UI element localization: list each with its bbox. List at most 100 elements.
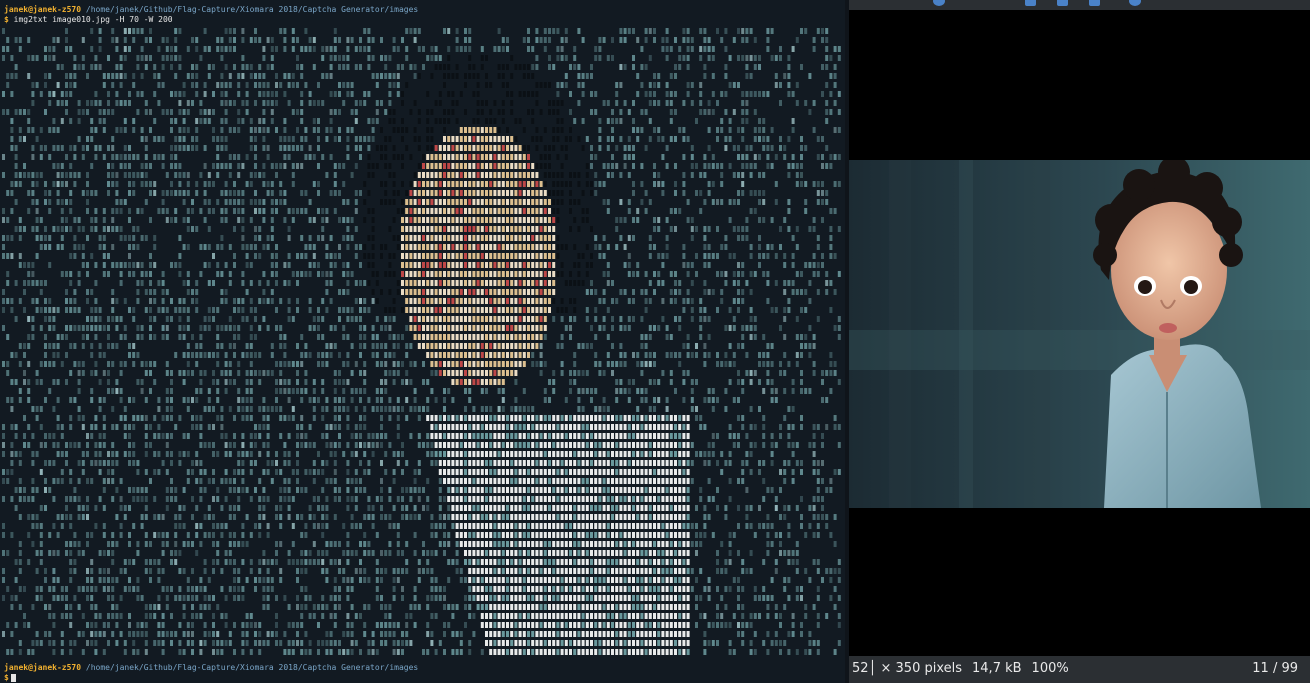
- ascii-glyph: [249, 127, 253, 133]
- ascii-glyph: [287, 136, 291, 142]
- ascii-glyph: [56, 199, 60, 205]
- ascii-glyph: [44, 55, 47, 61]
- ascii-glyph: [640, 424, 644, 430]
- ascii-glyph: [392, 370, 396, 376]
- ascii-glyph: [245, 100, 249, 106]
- ascii-glyph: [275, 307, 278, 313]
- ascii-glyph: [837, 109, 841, 115]
- ascii-glyph: [648, 235, 652, 241]
- ascii-glyph: [363, 406, 367, 412]
- ascii-glyph: [447, 91, 451, 97]
- ascii-glyph: [472, 343, 476, 349]
- ascii-glyph: [552, 316, 556, 322]
- ascii-glyph: [653, 163, 656, 169]
- ascii-glyph: [737, 199, 740, 205]
- ascii-glyph: [585, 172, 589, 178]
- ascii-glyph: [405, 298, 409, 304]
- ascii-glyph: [518, 424, 522, 430]
- ascii-glyph: [262, 316, 266, 322]
- ascii-glyph: [485, 415, 488, 421]
- ascii-glyph: [480, 226, 484, 232]
- ascii-glyph: [287, 226, 291, 232]
- ascii-glyph: [686, 352, 690, 358]
- ascii-glyph: [527, 343, 530, 349]
- ascii-glyph: [35, 298, 39, 304]
- ascii-glyph: [287, 415, 291, 421]
- ascii-glyph: [447, 271, 451, 277]
- ascii-glyph: [291, 388, 295, 394]
- ascii-glyph: [333, 388, 337, 394]
- ascii-glyph: [443, 325, 446, 331]
- ascii-glyph: [728, 118, 732, 124]
- ascii-glyph: [245, 64, 249, 70]
- ascii-glyph: [233, 433, 236, 439]
- ascii-glyph: [186, 343, 190, 349]
- ascii-glyph: [149, 163, 152, 169]
- prompt-path: /home/janek/Github/Flag-Capture/Xiomara …: [85, 5, 419, 14]
- ascii-glyph: [388, 262, 392, 268]
- ascii-glyph: [409, 190, 413, 196]
- ascii-glyph: [623, 100, 627, 106]
- ascii-glyph: [485, 235, 488, 241]
- ascii-glyph: [434, 307, 438, 313]
- ascii-glyph: [388, 253, 392, 259]
- ascii-glyph: [543, 217, 547, 223]
- ascii-glyph: [459, 163, 463, 169]
- ascii-glyph: [527, 406, 530, 412]
- ascii-glyph: [497, 127, 501, 133]
- ascii-glyph: [346, 289, 350, 295]
- ascii-glyph: [228, 343, 232, 349]
- ascii-glyph: [86, 145, 89, 151]
- ascii-glyph: [648, 460, 652, 466]
- ascii-glyph: [380, 406, 383, 412]
- ascii-glyph: [686, 289, 690, 295]
- ascii-glyph: [724, 28, 728, 34]
- ascii-glyph: [766, 343, 770, 349]
- ascii-glyph: [90, 217, 94, 223]
- ascii-glyph: [506, 433, 509, 439]
- ascii-glyph: [485, 181, 488, 187]
- ascii-glyph: [77, 109, 81, 115]
- ascii-glyph: [174, 217, 178, 223]
- ascii-glyph: [170, 55, 173, 61]
- ascii-glyph: [111, 217, 115, 223]
- ascii-glyph: [476, 424, 480, 430]
- ascii-glyph: [287, 361, 291, 367]
- ascii-glyph: [762, 136, 766, 142]
- ascii-glyph: [539, 109, 543, 115]
- ascii-glyph: [132, 244, 136, 250]
- ascii-glyph: [417, 208, 421, 214]
- ascii-glyph: [165, 442, 169, 448]
- ascii-glyph: [119, 334, 123, 340]
- ascii-glyph: [623, 424, 627, 430]
- ascii-glyph: [779, 46, 782, 52]
- ascii-glyph: [149, 442, 152, 448]
- ascii-glyph: [506, 37, 509, 43]
- ascii-glyph: [518, 289, 522, 295]
- ascii-glyph: [111, 28, 115, 34]
- ascii-glyph: [392, 253, 396, 259]
- ascii-glyph: [291, 109, 295, 115]
- terminal-window[interactable]: janek@janek-z570 /home/janek/Github/Flag…: [0, 0, 845, 683]
- ascii-glyph: [102, 73, 106, 79]
- ascii-glyph: [279, 433, 283, 439]
- ascii-glyph: [123, 127, 127, 133]
- ascii-glyph: [119, 55, 123, 61]
- ascii-glyph: [464, 415, 467, 421]
- ascii-glyph: [178, 271, 182, 277]
- ascii-glyph: [489, 262, 493, 268]
- ascii-glyph: [476, 163, 480, 169]
- ascii-glyph: [699, 82, 703, 88]
- ascii-glyph: [396, 82, 400, 88]
- ascii-glyph: [497, 433, 501, 439]
- ascii-glyph: [506, 343, 509, 349]
- ascii-glyph: [480, 424, 484, 430]
- ascii-glyph: [686, 199, 690, 205]
- ascii-glyph: [569, 415, 572, 421]
- ascii-glyph: [732, 325, 736, 331]
- ascii-glyph: [665, 325, 669, 331]
- ascii-glyph: [514, 460, 518, 466]
- ascii-glyph: [254, 145, 257, 151]
- ascii-glyph: [703, 244, 707, 250]
- ascii-glyph: [522, 334, 526, 340]
